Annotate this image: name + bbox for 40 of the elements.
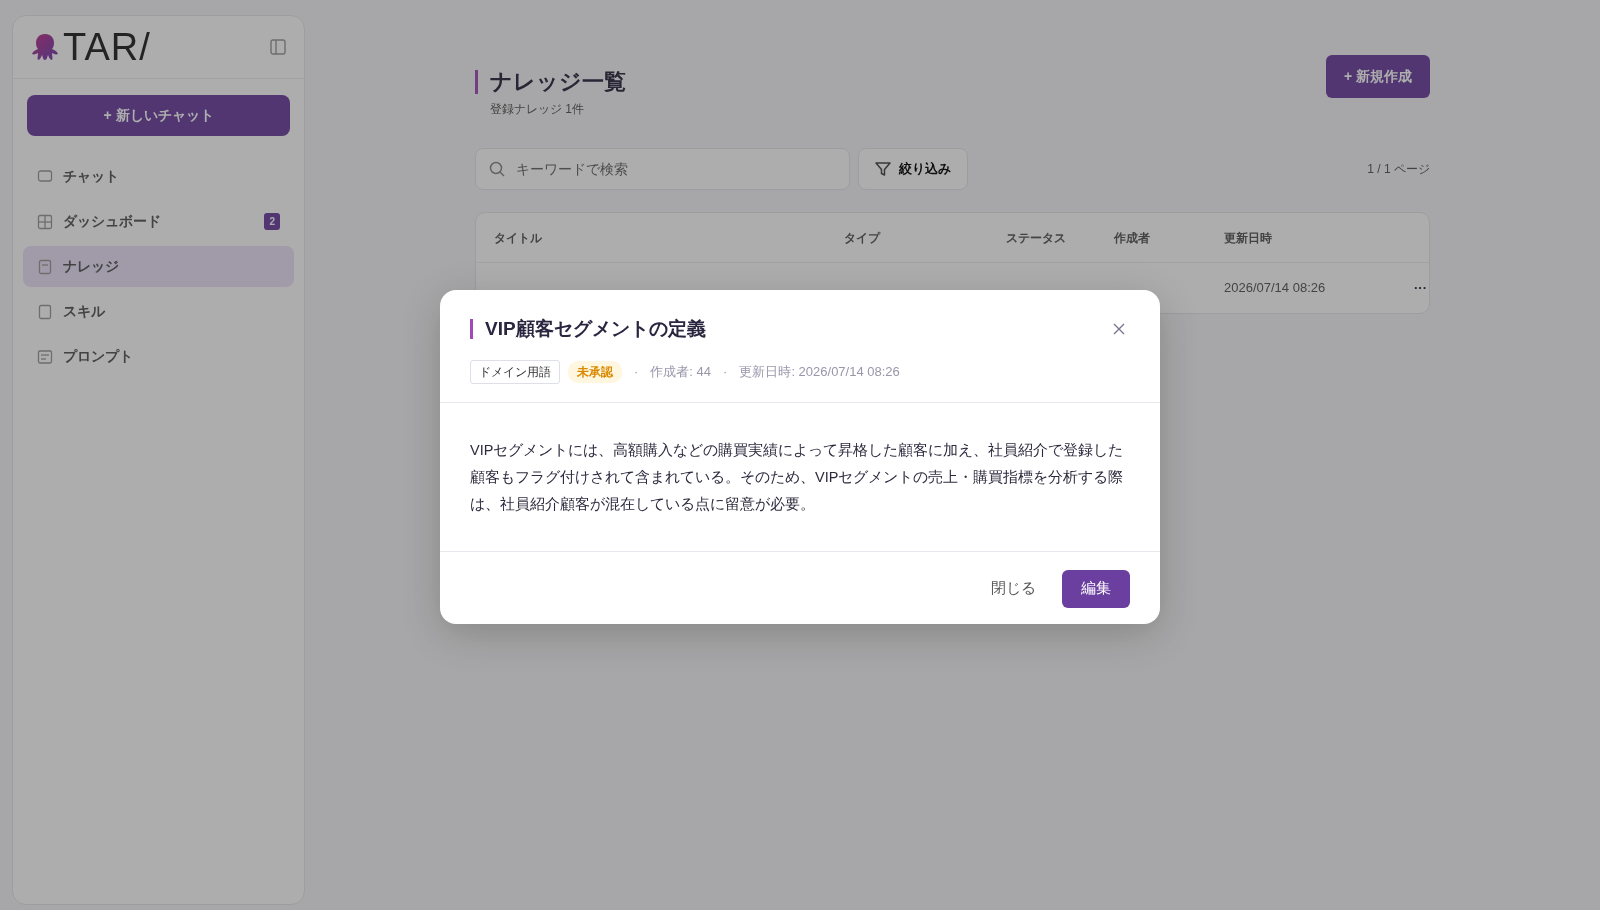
filter-icon	[875, 161, 891, 178]
logo-text: TAR/	[63, 28, 151, 66]
column-header: タイプ	[844, 229, 882, 247]
chat-bubble-icon	[37, 168, 53, 185]
page-subtitle: 登録ナレッジ 1件	[489, 101, 585, 119]
meta-text: 作成者: 44	[650, 363, 712, 382]
column-header: ステータス	[1006, 229, 1067, 247]
square-icon	[37, 303, 53, 320]
column-header: 作成者	[1114, 229, 1151, 247]
document-icon	[37, 258, 53, 275]
octopus-logo-icon	[31, 32, 59, 62]
sidebar-item[interactable]: プロンプト	[23, 336, 294, 377]
column-header: 更新日時	[1224, 229, 1273, 247]
more-menu-button[interactable]: ···	[1414, 280, 1427, 296]
dialog-title: VIP顧客セグメントの定義	[470, 318, 706, 340]
sidebar-item[interactable]: ダッシュボード 2	[23, 201, 294, 242]
count-badge: 2	[264, 213, 280, 230]
sidebar-toggle-icon[interactable]	[270, 39, 286, 55]
edit-button[interactable]: 編集	[1062, 569, 1130, 608]
knowledge-description: VIPセグメントには、高額購入などの購買実績によって昇格した顧客に加え、社員紹介で登録した顧客もフラグ付けされて含まれている。そのため、VIPセグメントの売上・購買指標を分析する際は、社員紹介顧客が混在している点に留意が必要。	[440, 403, 1160, 553]
pagination-text: 1 / 1 ページ	[1367, 161, 1430, 179]
table-cell-text: 2026/07/14 08:26	[1224, 279, 1327, 298]
column-header: タイトル	[494, 229, 543, 247]
create-button[interactable]: + 新規作成	[1325, 55, 1430, 98]
new-chat-button[interactable]: + 新しいチャット	[27, 95, 290, 136]
close-button[interactable]: 閉じる	[989, 569, 1038, 608]
meta-text: 更新日時: 2026/07/14 08:26	[739, 363, 900, 382]
search-icon	[489, 161, 505, 178]
filter-button[interactable]: 絞り込み	[858, 148, 968, 191]
status-badge: 未承認	[568, 361, 622, 384]
separator-dot: ·	[633, 363, 640, 382]
sidebar-item[interactable]: ナレッジ	[23, 246, 294, 287]
separator-dot: ·	[722, 363, 729, 382]
list-icon	[37, 348, 53, 365]
grid-icon	[37, 213, 53, 230]
sidebar-item[interactable]: チャット	[23, 156, 294, 197]
sidebar-item[interactable]: スキル	[23, 291, 294, 332]
search-field[interactable]: キーワードで検索	[475, 148, 850, 191]
page-title: ナレッジ一覧	[475, 70, 626, 95]
type-tag: ドメイン用語	[470, 360, 560, 385]
